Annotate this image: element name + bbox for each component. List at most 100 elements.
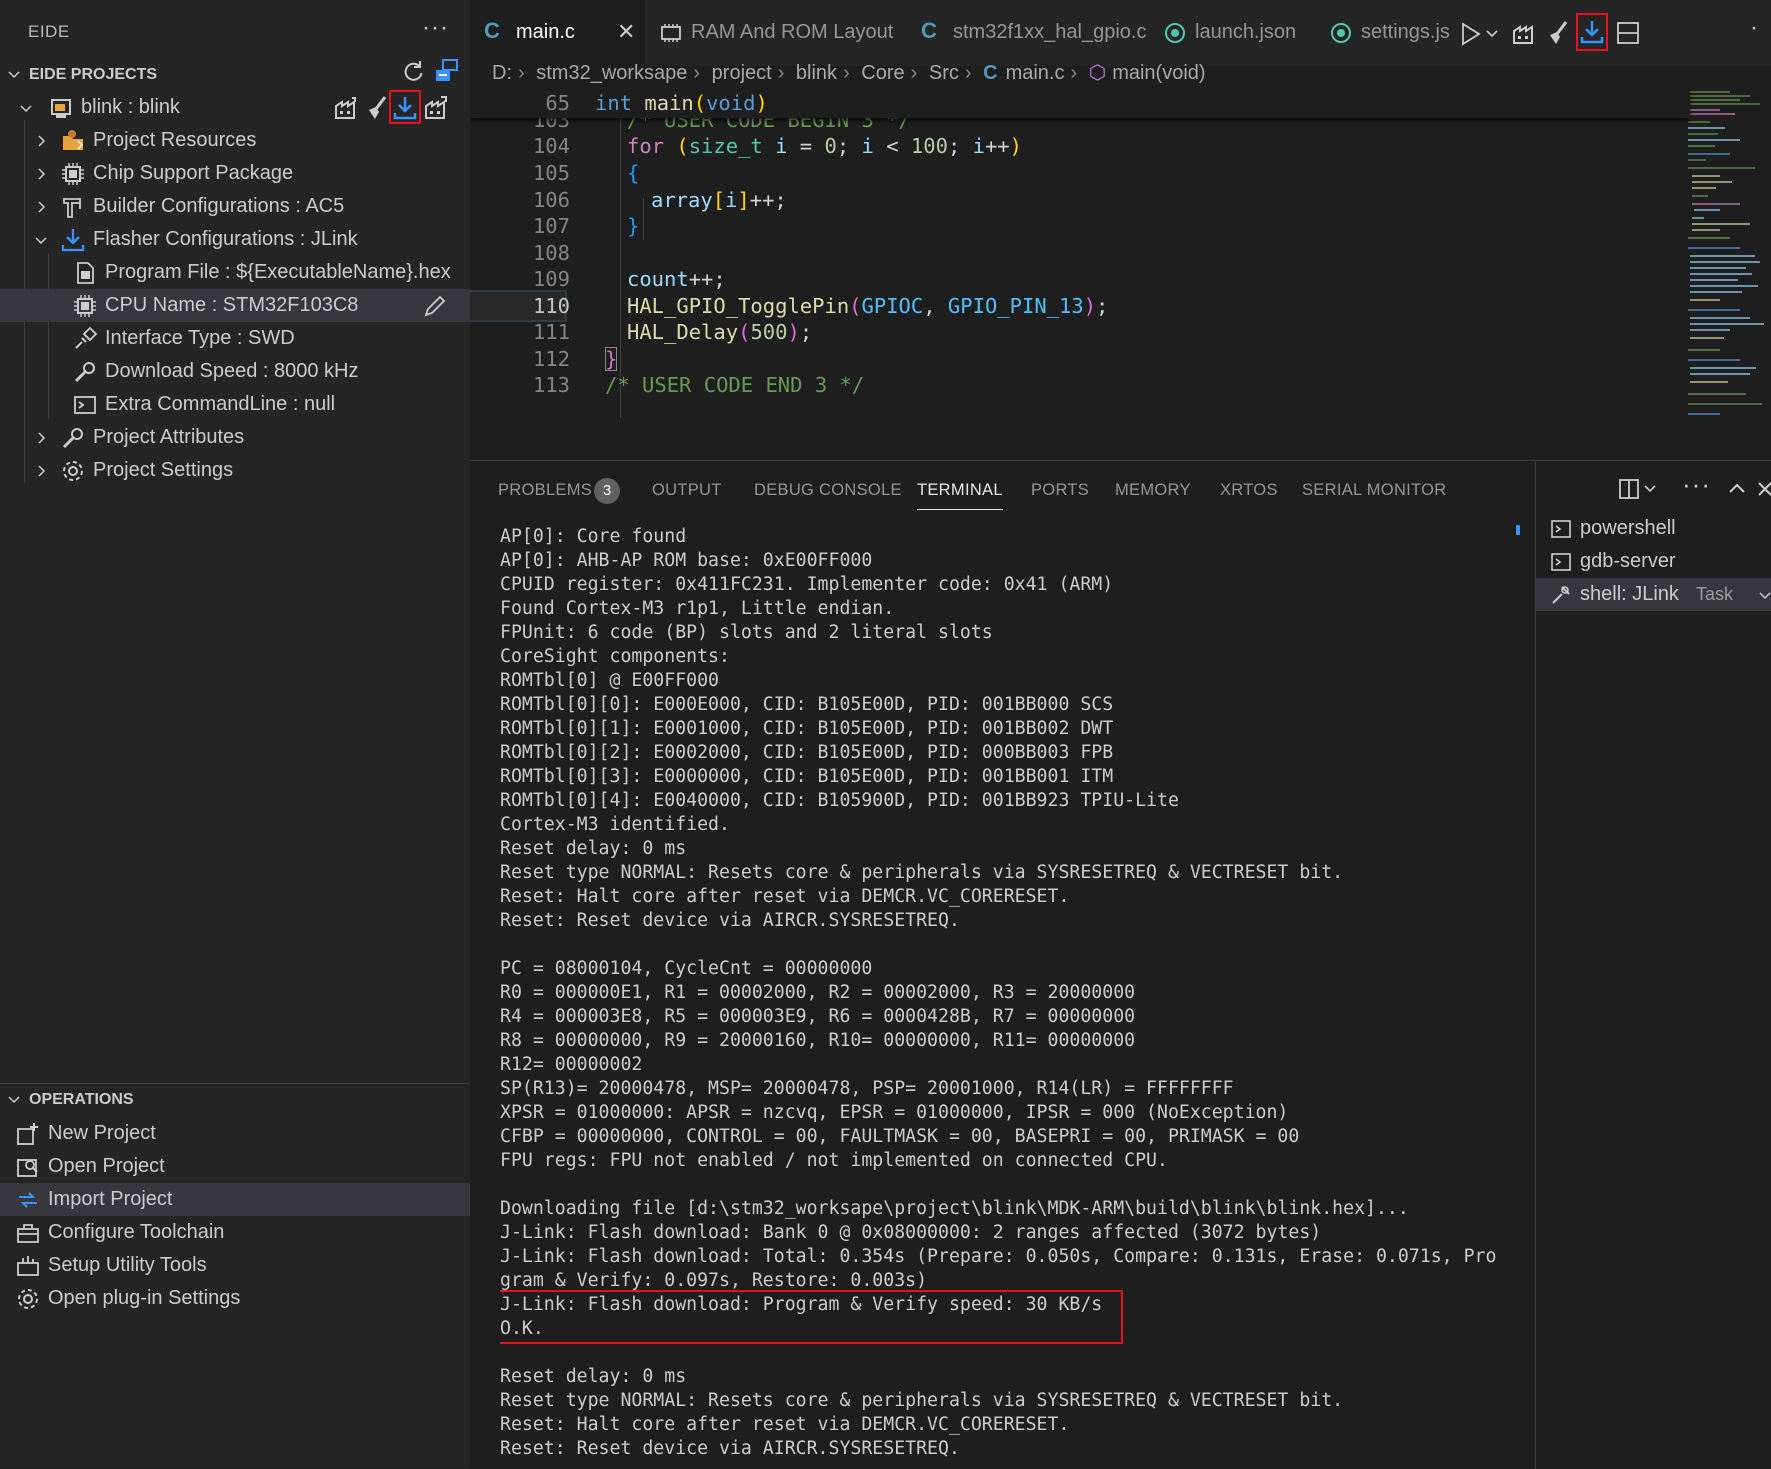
split-editor-icon[interactable] [1614,19,1642,47]
tree-item-label: Download Speed : 8000 kHz [105,360,359,382]
panel-tab-problems[interactable]: PROBLEMS [498,481,592,500]
panel-tab-terminal[interactable]: TERMINAL [917,481,1003,510]
breadcrumb-item[interactable]: project [712,62,772,84]
code-line: for (size_t i = 0; i < 100; i++) [627,134,1022,158]
clean-icon[interactable] [363,94,391,122]
tree-item-cpu-name[interactable]: CPU Name : STM32F103C8 [0,289,470,322]
tab-stm32f1xx-hal-gpio[interactable]: C stm32f1xx_hal_gpio.c [907,0,1149,66]
terminal-line: ROMTbl[0][0]: E000E000, CID: B105E00D, P… [500,694,1114,715]
projects-section-header[interactable]: EIDE PROJECTS [0,57,470,90]
section-divider [0,1083,470,1084]
terminal-line: J-Link: Flash download: Total: 0.354s (P… [500,1246,1497,1267]
operations-section-header[interactable]: OPERATIONS [0,1085,470,1115]
panel-tab-serial-monitor[interactable]: SERIAL MONITOR [1302,481,1446,500]
panel-tab-debug-console[interactable]: DEBUG CONSOLE [754,481,902,500]
switch-workspace-icon[interactable] [433,57,461,85]
more-actions-icon[interactable]: · [1750,14,1758,42]
terminal-line: Found Cortex-M3 r1p1, Little endian. [500,598,895,619]
rebuild-icon[interactable] [422,94,450,122]
tab-label: launch.json [1195,21,1297,43]
import-icon [19,1192,37,1208]
c-file-icon: C [484,18,500,43]
terminal-item-powershell[interactable]: powershell [1536,512,1771,545]
tree-item-flasher-configurations[interactable]: Flasher Configurations : JLink [0,223,470,256]
code-line: { [627,161,640,185]
operation-import-project[interactable]: Import Project [0,1183,470,1216]
chevron-right-icon [38,465,46,477]
memory-chip-icon [661,24,681,42]
terminal-line: Reset delay: 0 ms [500,1366,687,1387]
code-editor[interactable]: 65 int main(void) 103 104 105 106 107 10… [470,88,1771,460]
tab-ram-rom-layout[interactable]: RAM And ROM Layout [645,0,907,66]
panel-tab-memory[interactable]: MEMORY [1115,481,1191,500]
terminal-line: Cortex-M3 identified. [500,814,730,835]
tree-item-project-settings[interactable]: Project Settings [0,454,470,487]
chip-icon [62,163,84,185]
panel-tab-ports[interactable]: PORTS [1031,481,1089,500]
terminal-line: ROMTbl[0][2]: E0002000, CID: B105E00D, P… [500,742,1114,763]
operation-label: Import Project [48,1188,173,1210]
terminal-icon [1551,520,1571,538]
tree-item-builder-configurations[interactable]: Builder Configurations : AC5 [0,190,470,223]
tree-item-interface-type[interactable]: Interface Type : SWD [0,322,470,355]
operation-open-project[interactable]: Open Project [0,1150,470,1183]
line-number: 109 [532,267,570,291]
operation-open-plugin-settings[interactable]: Open plug-in Settings [0,1282,470,1315]
tab-main-c[interactable]: C main.c ✕ [470,0,645,66]
operation-setup-utility-tools[interactable]: Setup Utility Tools [0,1249,470,1282]
operation-new-project[interactable]: New Project [0,1117,470,1150]
interface-plug-icon [75,326,98,349]
tree-item-program-file[interactable]: Program File : ${ExecutableName}.hex [0,256,470,289]
panel-tab-output[interactable]: OUTPUT [652,481,722,500]
terminal-line: R4 = 000003E8, R5 = 000003E9, R6 = 00004… [500,1006,1136,1027]
terminal-item-shell-jlink[interactable]: shell: JLink Task [1536,578,1771,611]
breadcrumb-item[interactable]: main(void) [1112,62,1205,84]
line-number: 108 [532,241,570,265]
tree-item-project-resources[interactable]: Project Resources [0,124,470,157]
tree-item-label: Flasher Configurations : JLink [93,228,358,250]
build-icon[interactable] [1510,19,1538,47]
projects-section-label: EIDE PROJECTS [29,66,158,83]
breadcrumb-item[interactable]: D: [492,62,512,84]
tab-launch-json[interactable]: launch.json [1149,0,1315,66]
minimap[interactable] [1680,88,1771,460]
run-debug-icon[interactable] [1457,20,1501,48]
gear-icon [63,461,83,481]
tree-item-extra-commandline[interactable]: Extra CommandLine : null [0,388,470,421]
function-cube-icon: ⬡ [1088,62,1107,84]
tree-item-download-speed[interactable]: Download Speed : 8000 kHz [0,355,470,388]
breadcrumb: D: › stm32_worksape › project › blink › Core… [470,60,1670,90]
open-project-icon [17,1159,38,1177]
highlight-box [500,1290,1123,1344]
sticky-scroll-header[interactable]: 65 int main(void) [470,88,1690,118]
tree-item-label: Extra CommandLine : null [105,393,336,415]
line-number: 107 [532,214,570,238]
terminal-line: J-Link: Flash download: Bank 0 @ 0x08000… [500,1222,1322,1243]
edit-pencil-icon[interactable] [421,292,449,320]
breadcrumb-item[interactable]: Core [861,62,904,84]
panel-tab-xrtos[interactable]: XRTOS [1220,481,1278,500]
terminal-item-gdb-server[interactable]: gdb-server [1536,545,1771,578]
tree-item-project-attributes[interactable]: Project Attributes [0,421,470,454]
breadcrumb-item[interactable]: blink [796,62,837,84]
terminal-output[interactable]: AP[0]: Core found AP[0]: AHB-AP ROM base:… [500,525,1500,1465]
terminal-line: SP(R13)= 20000478, MSP= 20000478, PSP= 2… [500,1078,1234,1099]
build-icon[interactable] [332,94,360,122]
tab-settings-json[interactable]: settings.js [1315,0,1453,66]
chevron-right-icon [38,432,46,444]
clean-icon[interactable] [1544,19,1572,47]
line-number: 112 [532,347,570,371]
breadcrumb-separator: › [518,62,525,84]
refresh-icon[interactable] [400,58,428,86]
breadcrumb-item[interactable]: main.c [1006,62,1065,84]
breadcrumb-item[interactable]: stm32_worksape [536,62,687,84]
tree-item-chip-support-package[interactable]: Chip Support Package [0,157,470,190]
breadcrumb-item[interactable]: Src [929,62,959,84]
terminal-line: ROMTbl[0][1]: E0001000, CID: B105E00D, P… [500,718,1114,739]
tree-item-label: Project Settings [93,459,234,481]
line-number: 111 [532,320,570,344]
more-actions-icon[interactable]: ··· [422,14,449,42]
operation-configure-toolchain[interactable]: Configure Toolchain [0,1216,470,1249]
resources-icon [63,130,84,150]
close-icon[interactable]: ✕ [617,19,635,45]
